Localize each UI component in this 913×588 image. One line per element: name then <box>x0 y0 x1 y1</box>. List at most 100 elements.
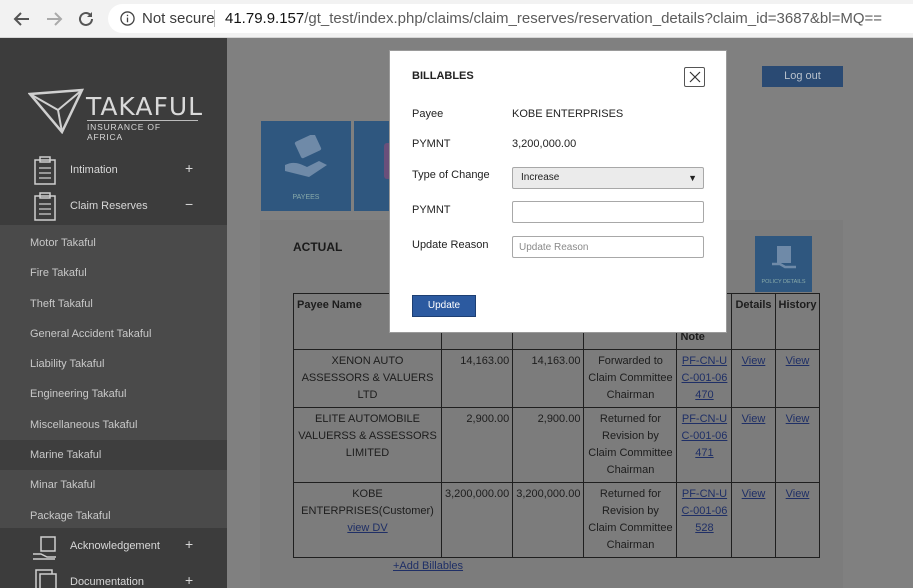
note-link[interactable]: PF-CN-UC-001-06528 <box>682 488 728 534</box>
cell-payee: KOBE ENTERPRISES(Customer) view DV <box>293 482 442 558</box>
second-tile[interactable] <box>354 121 392 211</box>
logo-mark-icon <box>28 88 84 134</box>
policy-details-tile[interactable]: POLICY DETAILS <box>755 236 812 292</box>
clipboard-icon <box>34 156 56 185</box>
update-reason-label: Update Reason <box>412 239 489 251</box>
cell-details: View <box>731 482 776 558</box>
documents-icon <box>35 569 57 588</box>
submenu-miscellaneous-takaful[interactable]: Miscellaneous Takaful <box>0 410 227 440</box>
payees-icon <box>285 135 327 177</box>
cell-payee: ELITE AUTOMOBILE VALUERSS & ASSESSORS LI… <box>293 407 442 483</box>
collapse-icon[interactable]: − <box>185 196 193 212</box>
pymnt-value: 3,200,000.00 <box>512 138 577 150</box>
history-view-link[interactable]: View <box>786 355 810 367</box>
expand-icon[interactable]: + <box>185 536 193 552</box>
details-view-link[interactable]: View <box>742 413 766 425</box>
modal-close-button[interactable] <box>684 67 705 87</box>
pymnt-input-label: PYMNT <box>412 204 451 216</box>
menu-intimation-label: Intimation <box>70 164 118 176</box>
cell-payee: XENON AUTO ASSESSORS & VALUERS LTD <box>293 349 442 408</box>
expand-icon[interactable]: + <box>185 572 193 588</box>
cell-note: PF-CN-UC-001-06528 <box>676 482 733 558</box>
update-button[interactable]: Update <box>412 295 476 317</box>
cell-status: Returned for Revision by Claim Committee… <box>583 407 678 483</box>
details-view-link[interactable]: View <box>742 488 766 500</box>
cell-amount: 3,200,000.00 <box>512 482 585 558</box>
logout-button[interactable]: Log out <box>762 66 843 87</box>
url-text[interactable]: 41.79.9.157/gt_test/index.php/claims/cla… <box>225 10 882 27</box>
cell-history: View <box>774 349 821 408</box>
submenu-minar-takaful[interactable]: Minar Takaful <box>0 470 227 500</box>
menu-acknowledgement-label: Acknowledgement <box>70 540 160 552</box>
cell-status: Returned for Revision by Claim Committee… <box>583 482 678 558</box>
payee-name: ELITE AUTOMOBILE VALUERSS & ASSESSORS LI… <box>298 413 437 459</box>
payee-value: KOBE ENTERPRISES <box>512 108 624 120</box>
modal-title: BILLABLES <box>412 70 474 82</box>
type-of-change-label: Type of Change <box>412 169 490 181</box>
section-title: ACTUAL <box>293 240 343 254</box>
url-path: /gt_test/index.php/claims/claim_reserves… <box>304 10 883 27</box>
add-billables-link[interactable]: +Add Billables <box>393 560 463 572</box>
sidebar: TAKAFUL INSURANCE OF AFRICA Intimation +… <box>0 38 227 588</box>
pymnt-input[interactable] <box>512 201 704 223</box>
payees-tile-label: PAYEES <box>292 194 320 201</box>
policy-document-icon <box>772 246 796 269</box>
address-bar[interactable]: Not secure 41.79.9.157/gt_test/index.php… <box>108 4 913 33</box>
url-divider <box>214 10 215 27</box>
table-row: ELITE AUTOMOBILE VALUERSS & ASSESSORS LI… <box>293 407 821 483</box>
payee-name: XENON AUTO ASSESSORS & VALUERS LTD <box>301 355 434 401</box>
payee-name: KOBE ENTERPRISES(Customer) <box>301 488 434 517</box>
cell-note: PF-CN-UC-001-06470 <box>676 349 733 408</box>
table-row: KOBE ENTERPRISES(Customer) view DV 3,200,… <box>293 482 821 558</box>
submenu-fire-takaful[interactable]: Fire Takaful <box>0 258 227 288</box>
submenu-package-takaful[interactable]: Package Takaful <box>0 501 227 531</box>
menu-claim-reserves[interactable]: Claim Reserves − <box>0 190 227 226</box>
reload-icon <box>79 11 93 26</box>
menu-documentation[interactable]: Documentation + <box>0 566 227 588</box>
type-of-change-value: Increase <box>521 172 560 183</box>
chevron-down-icon: ▼ <box>688 173 697 183</box>
type-of-change-select[interactable]: Increase ▼ <box>512 167 704 189</box>
menu-acknowledgement[interactable]: Acknowledgement + <box>0 530 227 566</box>
cell-details: View <box>731 407 776 483</box>
cell-amount: 14,163.00 <box>440 349 514 408</box>
header-history: History <box>774 293 821 350</box>
policy-details-label: POLICY DETAILS <box>761 279 806 285</box>
details-view-link[interactable]: View <box>742 355 766 367</box>
cell-history: View <box>774 482 821 558</box>
expand-icon[interactable]: + <box>185 160 193 176</box>
submenu-theft-takaful[interactable]: Theft Takaful <box>0 289 227 319</box>
submenu-engineering-takaful[interactable]: Engineering Takaful <box>0 379 227 409</box>
hand-document-icon <box>33 536 56 560</box>
logo-text: TAKAFUL <box>86 92 204 121</box>
back-button[interactable] <box>10 7 34 31</box>
menu-documentation-label: Documentation <box>70 576 144 588</box>
history-view-link[interactable]: View <box>786 488 810 500</box>
payee-label: Payee <box>412 108 444 120</box>
submenu-general-accident-takaful[interactable]: General Accident Takaful <box>0 319 227 349</box>
menu-intimation[interactable]: Intimation + <box>0 154 227 190</box>
view-dv-link[interactable]: view DV <box>347 522 387 534</box>
payees-tile[interactable]: PAYEES <box>261 121 351 211</box>
submenu-liability-takaful[interactable]: Liability Takaful <box>0 349 227 379</box>
update-reason-input[interactable] <box>512 236 704 258</box>
takaful-logo[interactable]: TAKAFUL INSURANCE OF AFRICA <box>28 86 202 142</box>
table-row: XENON AUTO ASSESSORS & VALUERS LTD 14,16… <box>293 349 821 408</box>
reload-button[interactable] <box>74 7 98 31</box>
cell-amount: 14,163.00 <box>512 349 585 408</box>
close-icon <box>689 71 700 83</box>
browser-toolbar: Not secure 41.79.9.157/gt_test/index.php… <box>0 0 913 38</box>
logo-subtitle: INSURANCE OF AFRICA <box>87 120 198 142</box>
history-view-link[interactable]: View <box>786 413 810 425</box>
info-icon[interactable] <box>120 11 135 26</box>
back-arrow-icon <box>13 12 29 26</box>
forward-button[interactable] <box>42 7 66 31</box>
note-link[interactable]: PF-CN-UC-001-06470 <box>682 355 728 401</box>
submenu-motor-takaful[interactable]: Motor Takaful <box>0 228 227 258</box>
cell-status: Forwarded to Claim Committee Chairman <box>583 349 678 408</box>
note-link[interactable]: PF-CN-UC-001-06471 <box>682 413 728 459</box>
submenu-marine-takaful[interactable]: Marine Takaful <box>0 440 227 470</box>
forward-arrow-icon <box>47 12 63 26</box>
not-secure-label: Not secure <box>142 10 215 27</box>
pymnt-label: PYMNT <box>412 138 451 150</box>
